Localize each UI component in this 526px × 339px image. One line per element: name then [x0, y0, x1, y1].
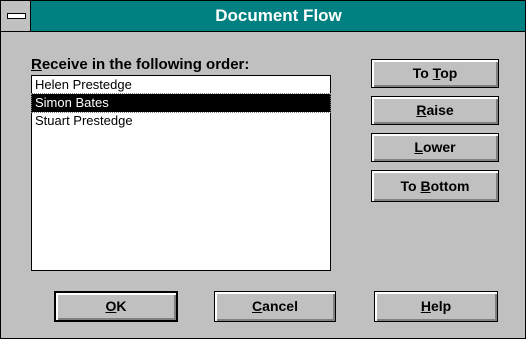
order-list-label: Receive in the following order:	[31, 56, 250, 73]
list-item[interactable]: Helen Prestedge	[32, 76, 330, 94]
help-button[interactable]: Help	[374, 291, 498, 322]
system-menu-icon	[7, 13, 26, 19]
cancel-button[interactable]: Cancel	[214, 291, 336, 322]
recipient-order-listbox[interactable]: Helen Prestedge Simon Bates Stuart Prest…	[31, 75, 331, 271]
to-bottom-button[interactable]: To Bottom	[371, 170, 499, 202]
window-title: Document Flow	[215, 6, 342, 25]
list-item[interactable]: Stuart Prestedge	[32, 112, 330, 130]
list-item-selected[interactable]: Simon Bates	[31, 93, 331, 113]
to-top-button[interactable]: To Top	[371, 59, 499, 88]
document-flow-dialog: Document Flow Receive in the following o…	[0, 0, 526, 339]
raise-button[interactable]: Raise	[371, 96, 499, 125]
ok-button[interactable]: OK	[54, 291, 178, 322]
lower-button[interactable]: Lower	[371, 133, 499, 162]
title-bar[interactable]: Document Flow	[1, 1, 525, 32]
system-menu-button[interactable]	[1, 1, 31, 31]
